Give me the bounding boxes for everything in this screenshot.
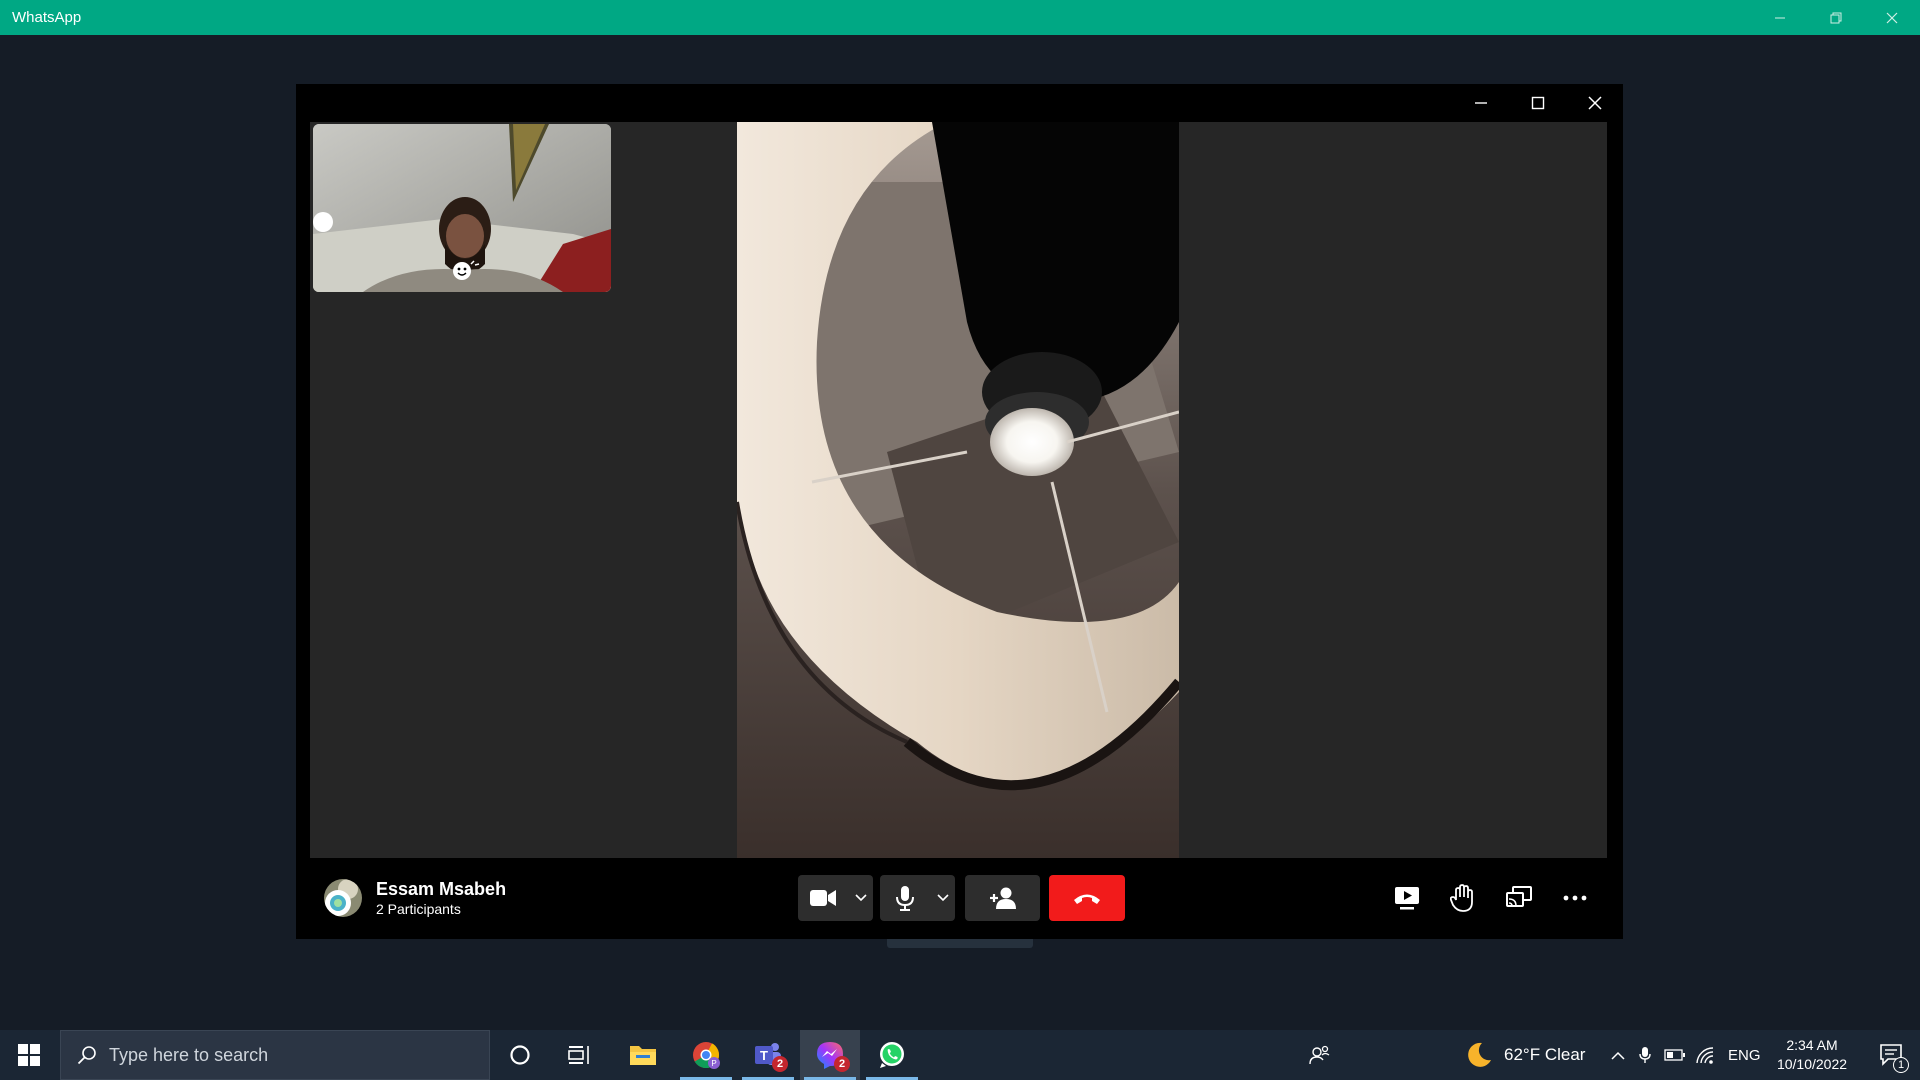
task-view-button[interactable] xyxy=(550,1030,610,1080)
search-input[interactable] xyxy=(109,1044,489,1066)
raise-hand-icon xyxy=(1450,884,1473,912)
cast-icon xyxy=(1506,886,1532,907)
call-control-bar: Essam Msabeh 2 Participants xyxy=(296,858,1623,939)
video-toggle-button[interactable] xyxy=(798,875,848,921)
battery-button[interactable] xyxy=(1660,1030,1690,1080)
weather-text: 62°F Clear xyxy=(1504,1045,1586,1064)
video-stage xyxy=(310,122,1607,858)
close-button[interactable] xyxy=(1864,0,1920,35)
add-person-icon xyxy=(989,887,1016,909)
video-options-button[interactable] xyxy=(848,875,873,921)
chrome-icon: P xyxy=(693,1042,720,1069)
restore-button[interactable] xyxy=(1808,0,1864,35)
system-tray: ENG xyxy=(1606,1030,1761,1080)
microphone-control-group xyxy=(880,875,955,921)
moon-icon xyxy=(1468,1042,1491,1067)
cortana-icon xyxy=(510,1045,530,1065)
show-hidden-icons-button[interactable] xyxy=(1606,1030,1630,1080)
messenger-badge: 2 xyxy=(834,1056,850,1072)
chevron-up-icon xyxy=(1611,1051,1625,1060)
chrome-button[interactable]: P xyxy=(676,1030,736,1080)
whatsapp-icon xyxy=(880,1042,904,1068)
wifi-icon xyxy=(1696,1047,1714,1064)
group-avatar-icon xyxy=(324,879,362,917)
self-video-feed xyxy=(313,124,611,292)
cortana-button[interactable] xyxy=(490,1030,550,1080)
participant-count: 2 Participants xyxy=(376,901,461,917)
svg-text:T: T xyxy=(760,1048,768,1063)
end-call-button[interactable] xyxy=(1049,875,1125,921)
svg-text:P: P xyxy=(711,1059,716,1068)
taskbar-search[interactable] xyxy=(60,1030,490,1080)
clock-time: 2:34 AM xyxy=(1786,1037,1838,1053)
start-button[interactable] xyxy=(0,1030,58,1080)
folder-icon xyxy=(630,1046,656,1065)
end-call-icon xyxy=(1074,894,1100,904)
search-icon xyxy=(75,1043,99,1067)
teams-badge: 2 xyxy=(772,1056,788,1072)
share-screen-button[interactable] xyxy=(1379,875,1435,921)
clock[interactable]: 2:34 AM 10/10/2022 xyxy=(1772,1036,1852,1074)
add-participant-button[interactable] xyxy=(965,875,1040,921)
microphone-tray-button[interactable] xyxy=(1630,1030,1660,1080)
remote-video-feed xyxy=(737,122,1179,858)
call-minimize-button[interactable] xyxy=(1452,84,1509,122)
more-options-button[interactable] xyxy=(1547,875,1603,921)
chevron-down-icon xyxy=(936,894,949,902)
microphone-toggle-button[interactable] xyxy=(880,875,930,921)
action-center-button[interactable]: 1 xyxy=(1864,1030,1920,1080)
window-controls xyxy=(1752,0,1920,35)
chevron-down-icon xyxy=(854,894,867,902)
share-screen-icon xyxy=(1395,887,1419,910)
more-options-icon xyxy=(1563,895,1587,901)
messenger-button[interactable]: 2 xyxy=(800,1030,860,1080)
weather-widget[interactable]: 62°F Clear xyxy=(1464,1030,1585,1080)
call-close-button[interactable] xyxy=(1566,84,1623,122)
app-title-bar: WhatsApp xyxy=(0,0,1920,35)
right-toolbar xyxy=(1379,875,1603,921)
cast-button[interactable] xyxy=(1491,875,1547,921)
remote-video-image xyxy=(737,122,1179,858)
task-view-icon xyxy=(568,1046,589,1064)
window-drag-handle[interactable] xyxy=(887,939,1033,948)
windows-logo-icon xyxy=(18,1044,40,1066)
call-window: Essam Msabeh 2 Participants xyxy=(296,84,1623,939)
video-control-group xyxy=(798,875,873,921)
caller-info: Essam Msabeh 2 Participants xyxy=(324,878,506,918)
minimize-button[interactable] xyxy=(1752,0,1808,35)
call-window-controls xyxy=(1452,84,1623,122)
microphone-icon xyxy=(896,886,914,911)
avatar[interactable] xyxy=(324,879,362,917)
people-icon xyxy=(1309,1045,1330,1065)
file-explorer-button[interactable] xyxy=(613,1030,673,1080)
app-title: WhatsApp xyxy=(12,9,82,26)
network-button[interactable] xyxy=(1690,1030,1720,1080)
clock-date: 10/10/2022 xyxy=(1776,1056,1848,1072)
self-video-tile[interactable] xyxy=(313,124,611,292)
people-button[interactable] xyxy=(1295,1030,1345,1080)
language-indicator[interactable]: ENG xyxy=(1728,1047,1761,1064)
microphone-icon xyxy=(1639,1047,1651,1063)
caller-name: Essam Msabeh xyxy=(376,879,507,899)
battery-icon xyxy=(1664,1049,1685,1061)
teams-button[interactable]: T 2 xyxy=(738,1030,798,1080)
microphone-options-button[interactable] xyxy=(930,875,955,921)
whatsapp-button[interactable] xyxy=(862,1030,922,1080)
taskbar: P T 2 2 xyxy=(0,1030,1920,1080)
raise-hand-button[interactable] xyxy=(1435,875,1491,921)
notification-count: 1 xyxy=(1893,1057,1909,1073)
video-camera-icon xyxy=(810,890,836,906)
call-maximize-button[interactable] xyxy=(1509,84,1566,122)
